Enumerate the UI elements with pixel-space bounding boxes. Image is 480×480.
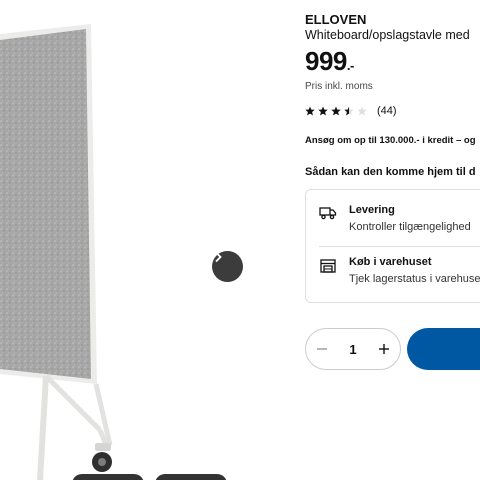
product-image-gallery bbox=[0, 0, 290, 480]
decrease-quantity-button[interactable] bbox=[306, 329, 338, 369]
star-icon bbox=[331, 106, 341, 116]
next-image-button[interactable] bbox=[212, 251, 243, 282]
delivery-option-subtitle: Kontroller tilgængelighed bbox=[349, 221, 471, 233]
add-to-cart-button[interactable] bbox=[407, 328, 480, 370]
product-name: ELLOVEN bbox=[305, 12, 367, 27]
quantity-value[interactable]: 1 bbox=[338, 342, 368, 357]
gallery-thumbnail[interactable] bbox=[72, 474, 144, 480]
store-icon bbox=[320, 259, 336, 273]
star-icon bbox=[318, 106, 328, 116]
gallery-thumbnail[interactable] bbox=[155, 474, 227, 480]
increase-quantity-button[interactable] bbox=[368, 329, 400, 369]
review-count[interactable]: (44) bbox=[377, 105, 397, 117]
star-icon bbox=[305, 106, 315, 116]
delivery-option-title: Levering bbox=[349, 204, 395, 216]
credit-offer[interactable]: Ansøg om op til 130.000.- i kredit – og bbox=[305, 135, 476, 146]
product-price: 999.- bbox=[305, 46, 354, 77]
quantity-stepper: 1 bbox=[305, 328, 401, 370]
rating-stars[interactable]: (44) bbox=[305, 105, 397, 117]
product-description: Whiteboard/opslagstavle med bbox=[305, 28, 470, 42]
product-image bbox=[0, 24, 113, 480]
product-info-panel: ELLOVEN Whiteboard/opslagstavle med 999.… bbox=[305, 0, 480, 480]
star-icon bbox=[357, 106, 367, 116]
price-decimal: .- bbox=[346, 58, 354, 73]
truck-icon bbox=[319, 207, 337, 220]
plus-icon bbox=[379, 344, 389, 354]
store-option[interactable]: Køb i varehuset Tjek lagerstatus i vareh… bbox=[319, 256, 480, 296]
chevron-right-icon bbox=[215, 251, 222, 263]
delivery-option[interactable]: Levering Kontroller tilgængelighed bbox=[319, 204, 480, 244]
divider bbox=[319, 246, 480, 247]
price-main: 999 bbox=[305, 46, 347, 76]
store-option-subtitle: Tjek lagerstatus i varehuset bbox=[349, 273, 480, 285]
star-row bbox=[305, 106, 367, 116]
minus-icon bbox=[317, 348, 327, 350]
store-option-title: Køb i varehuset bbox=[349, 256, 432, 268]
delivery-options: Levering Kontroller tilgængelighed Køb i… bbox=[305, 189, 480, 303]
star-icon bbox=[344, 106, 354, 116]
delivery-heading: Sådan kan den komme hjem til d bbox=[305, 166, 476, 178]
vat-note: Pris inkl. moms bbox=[305, 81, 373, 92]
